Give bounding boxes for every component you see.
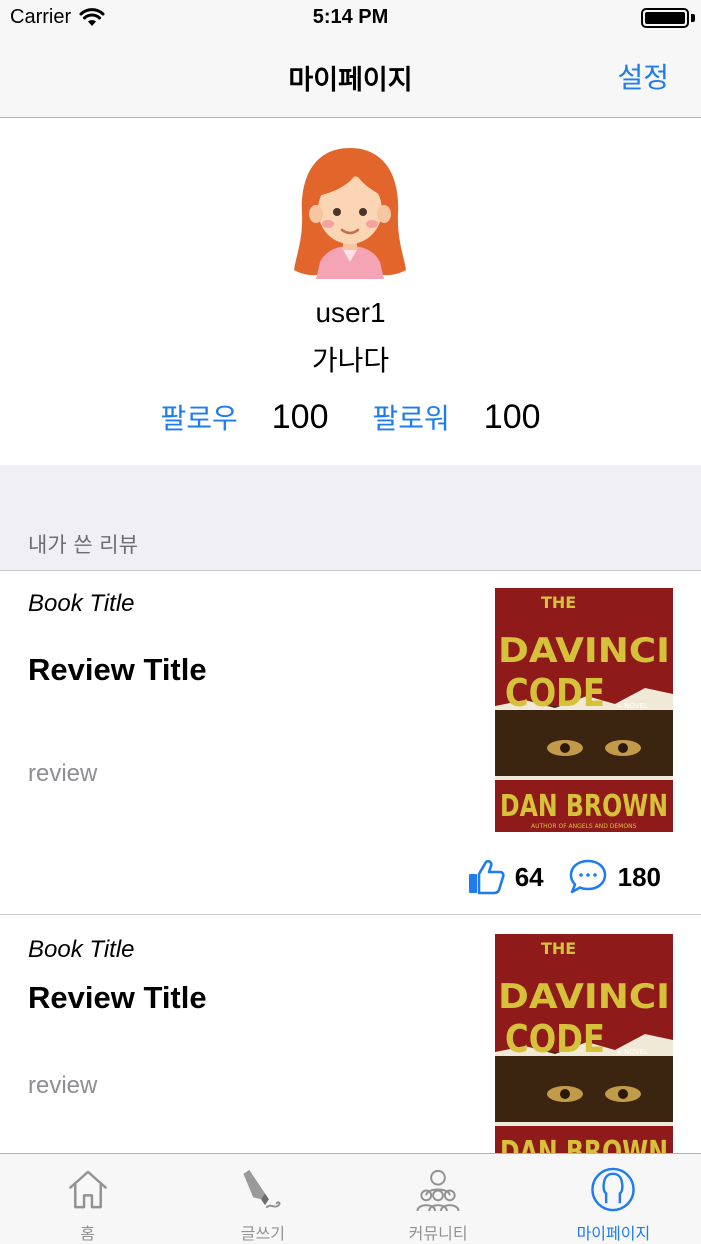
tab-label: 마이페이지 [576,1224,651,1243]
review-title: Review Title [28,980,207,1015]
tab-label: 글쓰기 [240,1224,285,1243]
avatar[interactable] [292,144,408,279]
tab-home[interactable]: 홈 [0,1154,175,1244]
tab-label: 홈 [80,1224,95,1243]
cover-top-text: THE [541,593,576,612]
navigation-bar: 마이페이지 설정 [0,40,701,118]
section-label: 내가 쓴 리뷰 [28,533,138,557]
book-title: Book Title [28,936,135,963]
tab-bar: 홈 글쓰기 커뮤니티 마이페이지 [0,1153,701,1244]
cover-author: DAN BROWN [500,789,668,824]
profile-icon [591,1167,636,1212]
comment-icon[interactable] [568,858,608,896]
cover-tag: A NOVEL [617,1048,648,1056]
following-count: 100 [271,397,329,436]
cover-tag: A NOVEL [617,702,648,710]
tab-write[interactable]: 글쓰기 [175,1154,350,1244]
followers-count: 100 [483,397,541,436]
community-icon [416,1169,460,1212]
book-cover: THE DAVINCI CODE A NOVEL DAN BROWN [495,934,673,1156]
followers-link[interactable]: 팔로워 [373,397,450,437]
status-time: 5:14 PM [312,6,389,28]
my-reviews-section-header: 내가 쓴 리뷰 [0,465,701,571]
thumbs-up-icon[interactable] [467,859,505,895]
cover-top-text: THE [541,939,576,958]
like-count: 64 [514,861,544,892]
book-title: Book Title [28,590,135,617]
tab-community[interactable]: 커뮤니티 [351,1154,526,1244]
status-bar: Carrier 5:14 PM [0,0,701,40]
review-cell[interactable]: Book Title Review Title review THE DAVIN… [0,916,701,1156]
cover-title-line2: CODE [505,1017,605,1061]
following-link[interactable]: 팔로우 [160,397,237,437]
tab-mypage[interactable]: 마이페이지 [526,1154,701,1244]
page-title: 마이페이지 [288,65,413,96]
battery-tip [691,14,695,22]
settings-button[interactable]: 설정 [617,56,669,96]
pen-icon [243,1169,281,1209]
cover-subtitle: AUTHOR OF ANGELS AND DEMONS [531,823,637,830]
review-title: Review Title [28,652,207,687]
battery-icon [641,8,689,28]
username: user1 [315,297,386,328]
home-icon [68,1170,107,1209]
review-stats: 64 180 [467,858,661,896]
follow-stats: 팔로우 100 팔로워 100 [0,397,701,437]
profile-header: user1 가나다 팔로우 100 팔로워 100 [0,119,701,465]
review-text: review [28,760,98,787]
book-cover: THE DAVINCI CODE A NOVEL DAN BROWN AUTHO… [495,588,673,832]
review-cell[interactable]: Book Title Review Title review THE DAVIN… [0,572,701,915]
tab-label: 커뮤니티 [408,1224,468,1243]
nickname: 가나다 [311,344,390,377]
cover-title-line2: CODE [505,671,605,715]
comment-count: 180 [617,861,661,892]
cover-title-line1: DAVINCI [498,977,670,1017]
cover-title-line1: DAVINCI [498,631,670,671]
review-text: review [28,1072,98,1099]
